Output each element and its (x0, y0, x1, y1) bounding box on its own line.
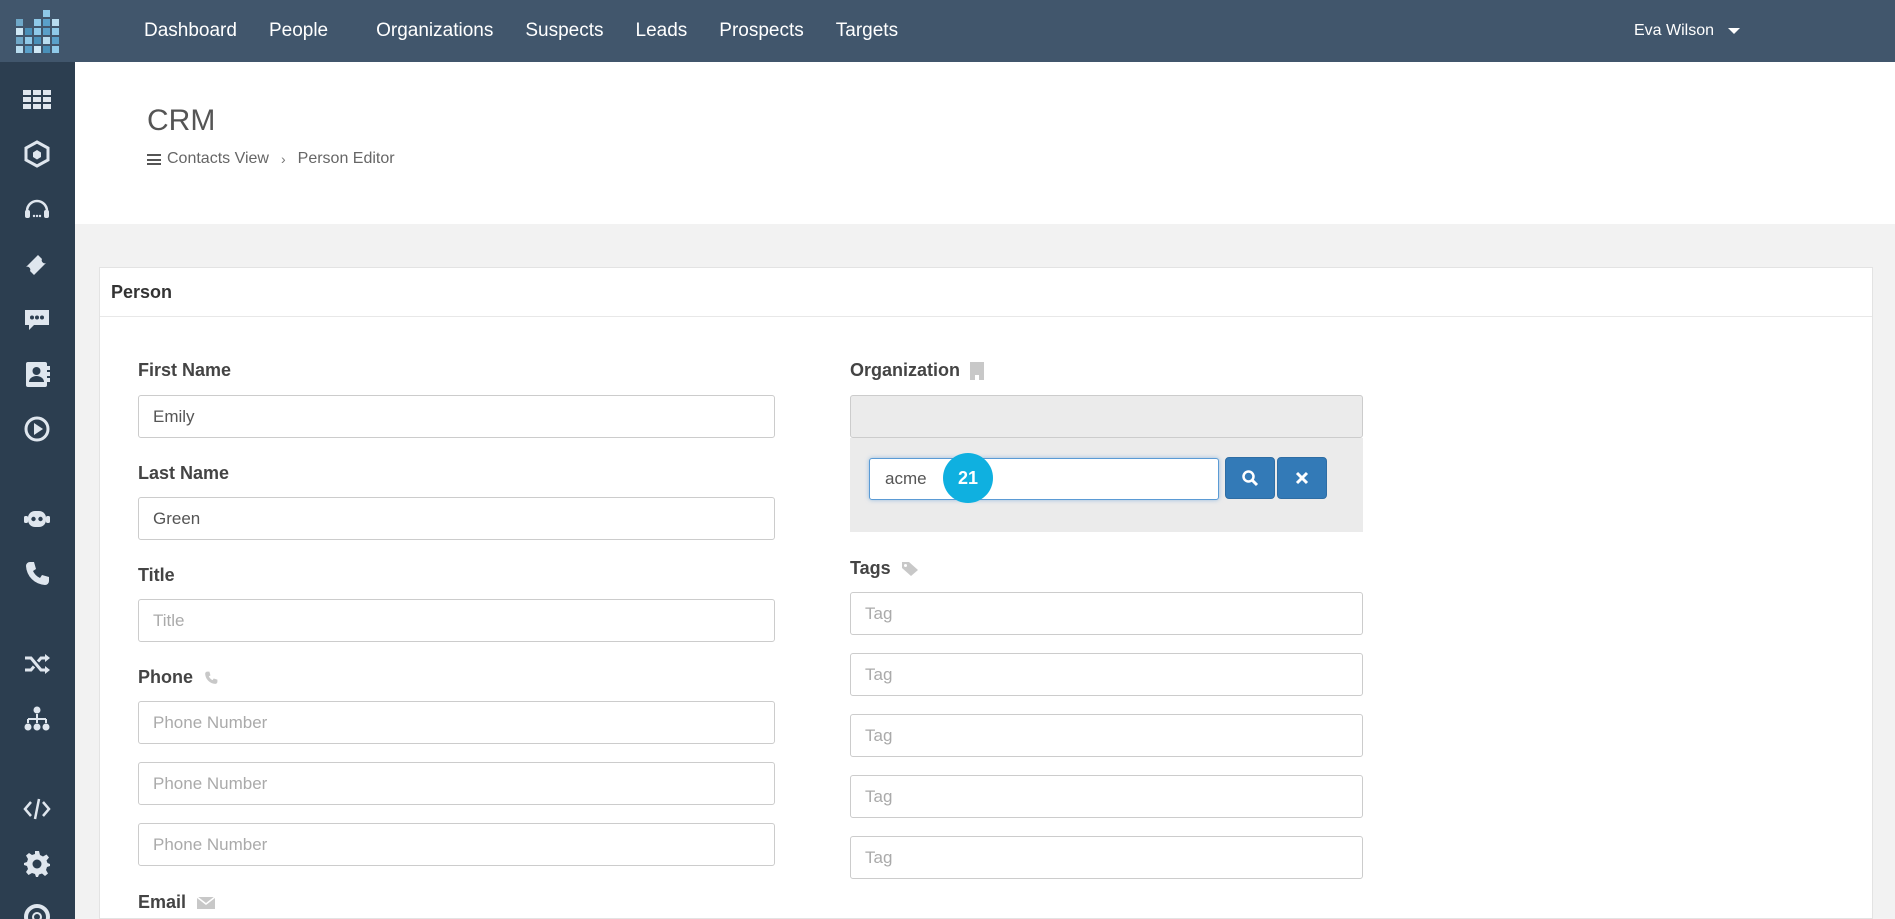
organization-display (850, 395, 1363, 438)
headset-icon[interactable] (20, 192, 54, 226)
user-name: Eva Wilson (1634, 22, 1715, 39)
app-logo[interactable] (0, 0, 75, 62)
organization-label: Organization (850, 360, 985, 381)
title-label: Title (138, 565, 175, 585)
breadcrumb: Contacts View › Person Editor (147, 150, 395, 168)
nav-people[interactable]: People (269, 20, 328, 42)
sidebar (0, 62, 75, 919)
search-icon (1242, 470, 1259, 487)
phone-input-1[interactable] (138, 701, 775, 744)
last-name-input[interactable] (138, 497, 775, 540)
email-label: Email (138, 892, 216, 913)
tag-input-5[interactable] (850, 836, 1363, 879)
last-name-label: Last Name (138, 463, 230, 483)
close-icon (1295, 471, 1309, 485)
nav-suspects[interactable]: Suspects (525, 20, 603, 42)
title-input[interactable] (138, 599, 775, 642)
nav-leads[interactable]: Leads (636, 20, 688, 42)
chevron-right-icon: › (280, 151, 286, 167)
page-header: CRM Contacts View › Person Editor (75, 62, 1895, 224)
nav-dashboard[interactable]: Dashboard (144, 20, 237, 42)
tag-icon (901, 561, 919, 577)
nav-targets[interactable]: Targets (836, 20, 898, 42)
organization-search-input[interactable] (869, 458, 1219, 500)
organization-search-button[interactable] (1225, 457, 1275, 499)
step-badge: 21 (943, 453, 993, 503)
top-bar: Dashboard People Organizations Suspects … (0, 0, 1895, 62)
tag-input-1[interactable] (850, 592, 1363, 635)
logo-grid-icon (16, 9, 59, 53)
tag-input-3[interactable] (850, 714, 1363, 757)
breadcrumb-person-editor: Person Editor (297, 150, 395, 167)
nav-organizations[interactable]: Organizations (376, 20, 493, 42)
panel-divider (100, 316, 1872, 317)
phone-icon[interactable] (20, 557, 54, 591)
caret-down-icon (1728, 28, 1741, 34)
user-menu[interactable]: Eva Wilson (1634, 0, 1741, 62)
hierarchy-icon[interactable] (20, 702, 54, 736)
panel-title: Person (111, 282, 173, 302)
nav-prospects[interactable]: Prospects (719, 20, 803, 42)
hexagon-icon[interactable] (20, 137, 54, 171)
page-title: CRM (147, 104, 216, 137)
code-icon[interactable] (20, 792, 54, 826)
tag-input-2[interactable] (850, 653, 1363, 696)
tags-label: Tags (850, 558, 919, 579)
phone-input-3[interactable] (138, 823, 775, 866)
shuffle-icon[interactable] (20, 647, 54, 681)
contact-card-icon[interactable] (20, 357, 54, 391)
first-name-input[interactable] (138, 395, 775, 438)
gear-icon[interactable] (20, 847, 54, 881)
tag-input-4[interactable] (850, 775, 1363, 818)
building-icon (970, 361, 985, 380)
envelope-icon (196, 895, 216, 911)
apps-grid-icon[interactable] (20, 82, 54, 116)
phone-input-2[interactable] (138, 762, 775, 805)
main-nav: Dashboard People Organizations Suspects … (130, 0, 914, 62)
chat-icon[interactable] (20, 302, 54, 336)
play-icon[interactable] (20, 412, 54, 446)
phone-label: Phone (138, 667, 219, 688)
phone-icon (203, 670, 219, 686)
lifebuoy-icon[interactable] (20, 900, 54, 919)
organization-clear-button[interactable] (1277, 457, 1327, 499)
robot-icon[interactable] (20, 502, 54, 536)
ticket-icon[interactable] (20, 247, 54, 281)
first-name-label: First Name (138, 360, 232, 380)
menu-icon (147, 153, 161, 165)
breadcrumb-contacts-view[interactable]: Contacts View (167, 150, 269, 168)
